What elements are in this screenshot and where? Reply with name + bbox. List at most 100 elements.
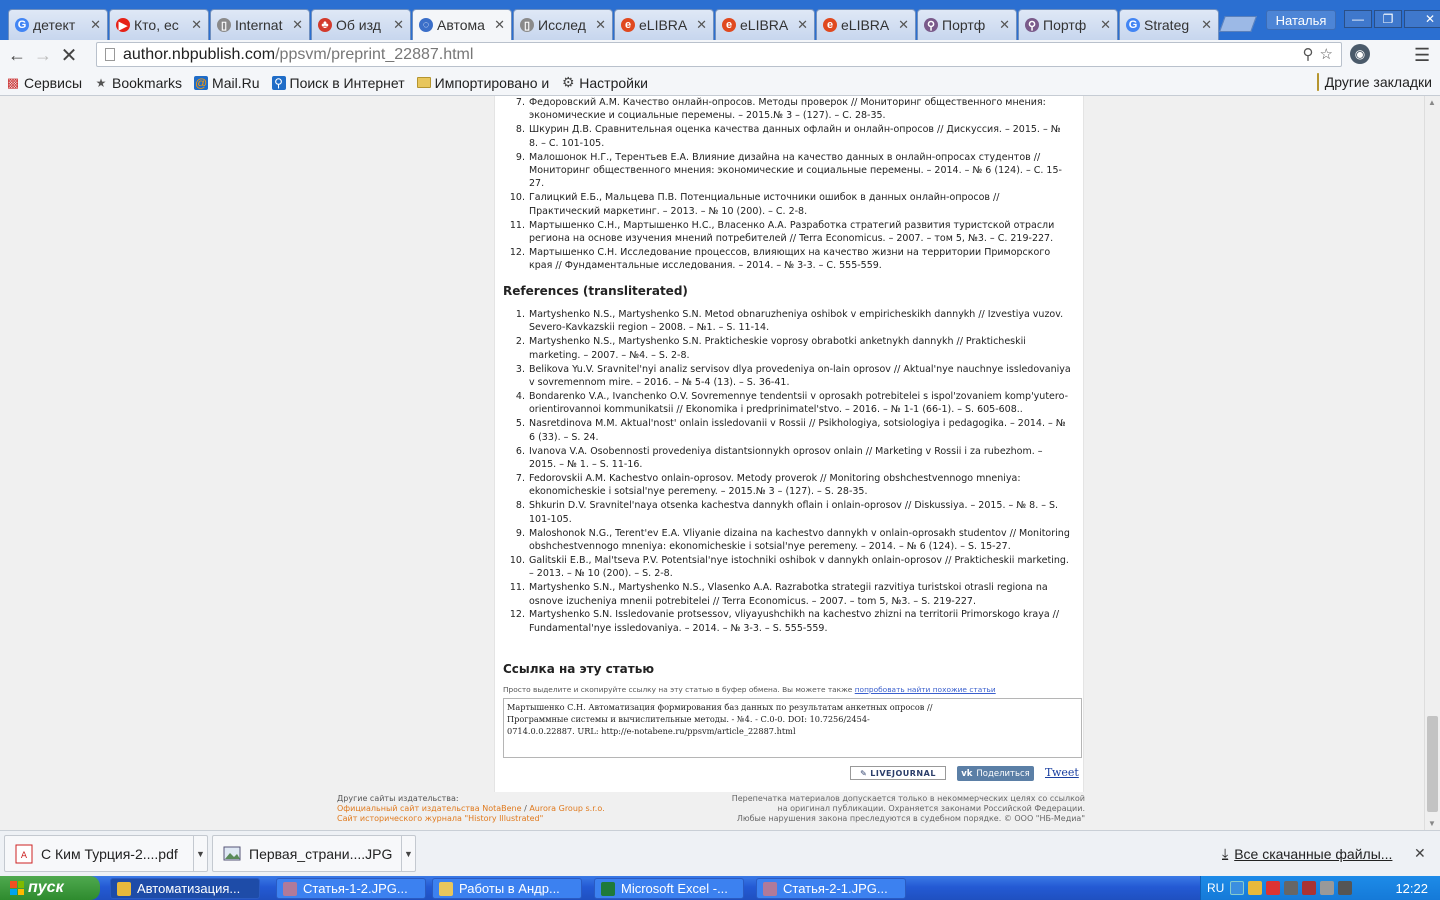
browser-tab[interactable]: e eLIBRA ✕ [715,9,815,40]
google-icon: G [1126,18,1140,32]
page-scrollbar[interactable]: ▲ ▼ [1424,96,1440,830]
restore-button[interactable]: ❐ [1374,10,1402,28]
browser-tab[interactable]: Gдетект ✕ [8,9,108,40]
citation-textarea[interactable]: Мартышенко С.Н. Автоматизация формирован… [503,698,1082,758]
scroll-down-arrow-icon[interactable]: ▼ [1428,819,1436,828]
extension-eye-icon[interactable]: ◉ [1350,44,1370,64]
browser-tab[interactable]: ⚲ Портф ✕ [1018,9,1118,40]
vk-share-button[interactable]: vk Поделиться [957,766,1034,781]
tab-title: детект [33,17,76,33]
address-bar[interactable]: author.nbpublish.com/ppsvm/preprint_2288… [96,42,1342,67]
browser-tab[interactable]: ▶ Кто, ес ✕ [109,9,209,40]
window-controls: — ❐ ✕ [1344,10,1440,28]
new-tab-button[interactable] [1219,16,1257,32]
tab-close-icon[interactable]: ✕ [494,17,505,33]
profile-button[interactable]: Наталья [1266,10,1336,30]
bookmark-label: Сервисы [24,74,83,91]
reference-number: 11. [509,219,525,231]
download-menu-arrow-icon[interactable]: ▼ [401,836,415,871]
page-viewport[interactable]: 7. Федоровский А.М. Качество онлайн-опрос… [0,96,1424,830]
reference-text: Maloshonok N.G., Terent'ev E.A. Vliyanie… [529,527,1070,552]
reference-number: 8. [515,500,525,512]
antivirus-icon[interactable] [1248,881,1263,895]
zoom-icon[interactable]: ⚲ [1303,45,1314,63]
taskbar-item[interactable]: Статья-1-2.JPG... [276,878,426,899]
tab-close-icon[interactable]: ✕ [90,17,101,33]
browser-tab[interactable]: G Strateg ✕ [1119,9,1219,40]
tab-close-icon[interactable]: ✕ [898,17,909,33]
bookmark-bookmarks[interactable]: ★ Bookmarks [94,75,182,91]
stop-button[interactable]: ✕ [56,42,82,68]
scrollbar-thumb[interactable] [1427,716,1438,812]
find-similar-link[interactable]: попробовать найти похожие статьи [855,685,996,694]
reference-text: Shkurin D.V. Sravnitel'naya otsenka kach… [529,500,1059,525]
taskbar-item[interactable]: Работы в Андр... [432,878,582,899]
cite-heading: Ссылка на эту статью [503,662,654,676]
close-downloads-button[interactable]: ✕ [1414,845,1426,862]
livejournal-share-button[interactable]: ✎ LIVEJOURNAL [850,766,946,780]
reference-number: 11. [509,582,525,594]
download-item[interactable]: A С Ким Турция-2....pdf ▼ [4,835,208,872]
scroll-up-arrow-icon[interactable]: ▲ [1428,98,1436,107]
folder-icon [439,881,453,896]
language-indicator[interactable]: RU [1207,881,1224,895]
display-icon[interactable] [1338,881,1353,895]
tweet-link[interactable]: Tweet [1045,766,1079,779]
close-window-button[interactable]: ✕ [1404,10,1440,28]
forward-button[interactable]: → [30,42,56,68]
start-button[interactable]: пуск [0,876,100,900]
reference-text: Galitskii E.B., Mal'tseva P.V. Potentsia… [529,554,1069,580]
kaspersky-icon[interactable] [1266,881,1281,895]
volume-icon[interactable] [1320,881,1335,895]
chrome-menu-icon[interactable]: ☰ [1414,45,1430,66]
notabene-site-link[interactable]: Официальный сайт издательства NotaBene [337,804,522,813]
usb-icon[interactable] [1284,881,1299,895]
tab-close-icon[interactable]: ✕ [393,17,404,33]
reference-number: 9. [515,527,525,539]
bookmark-apps[interactable]: ▩ Сервисы [6,75,82,91]
tab-close-icon[interactable]: ✕ [191,17,202,33]
tab-title: Портф [1043,17,1087,33]
tab-close-icon[interactable]: ✕ [292,17,303,33]
network-icon[interactable] [1230,881,1245,895]
tab-close-icon[interactable]: ✕ [999,17,1010,33]
aurora-group-link[interactable]: Aurora Group s.r.o. [529,804,604,813]
back-button[interactable]: ← [4,42,30,68]
bookmark-search[interactable]: ⚲ Поиск в Интернет [271,75,405,91]
taskbar-item[interactable]: Microsoft Excel -... [594,878,744,899]
bookmark-imported-folder[interactable]: Импортировано и [416,75,549,91]
page-icon: ▯ [520,18,534,32]
other-bookmarks-folder[interactable]: Другие закладки [1316,73,1432,91]
clock: 12:22 [1395,881,1428,896]
download-item[interactable]: Первая_страни....JPG ▼ [212,835,416,872]
elibrary-icon: e [722,18,736,32]
browser-tab[interactable]: ▯ Internat ✕ [210,9,310,40]
taskbar-item[interactable]: Автоматизация... [110,878,260,899]
system-tray: RU 12:22 [1200,876,1440,900]
tab-close-icon[interactable]: ✕ [1201,17,1212,33]
browser-tab[interactable]: ▯ Исслед ✕ [513,9,613,40]
bookmark-settings[interactable]: ⚙ Настройки [561,74,648,91]
tab-close-icon[interactable]: ✕ [696,17,707,33]
taskbar-item[interactable]: Статья-2-1.JPG... [756,878,906,899]
browser-tab[interactable]: ♣ Об изд ✕ [311,9,411,40]
tab-close-icon[interactable]: ✕ [595,17,606,33]
browser-tab[interactable]: ⚲ Портф ✕ [917,9,1017,40]
browser-tab[interactable]: ◌ Автома ✕ [412,9,512,40]
reference-text: Bondarenko V.A., Ivanchenko O.V. Sovreme… [529,390,1069,416]
taskbar-item-label: Microsoft Excel -... [621,881,728,896]
browser-tab[interactable]: e eLIBRA ✕ [614,9,714,40]
reference-text: Martyshenko N.S., Martyshenko S.N. Prakt… [529,336,1026,361]
show-all-downloads-link[interactable]: ⤓ Все скачанные файлы... [1222,845,1392,862]
tab-close-icon[interactable]: ✕ [797,17,808,33]
mailru-icon: @ [194,75,209,90]
bookmark-mailru[interactable]: @ Mail.Ru [194,75,260,91]
publisher-icon: ♣ [318,18,332,32]
download-menu-arrow-icon[interactable]: ▼ [193,836,207,871]
tab-close-icon[interactable]: ✕ [1100,17,1111,33]
tools-icon[interactable] [1302,881,1317,895]
minimize-button[interactable]: — [1344,10,1372,28]
bookmark-star-icon[interactable]: ☆ [1320,45,1333,63]
browser-tab[interactable]: e eLIBRA ✕ [816,9,916,40]
history-illustrated-link[interactable]: Сайт исторического журнала "History Illu… [337,814,605,824]
